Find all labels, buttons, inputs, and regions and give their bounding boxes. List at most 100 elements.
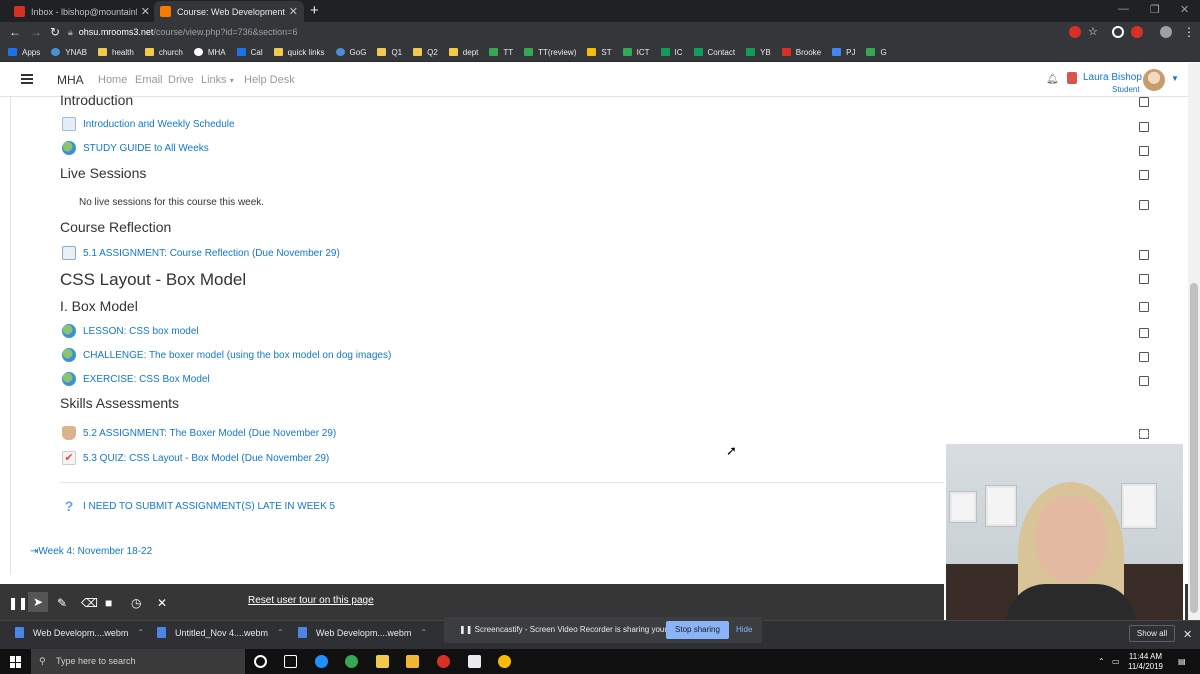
bookmark-ict[interactable]: ICT	[622, 48, 650, 57]
activity-link[interactable]: Introduction and Weekly Schedule	[83, 119, 235, 130]
eraser-icon[interactable]: ⌫	[81, 596, 98, 610]
sticky-notes-icon[interactable]	[376, 655, 389, 668]
activity-link[interactable]: 5.2 ASSIGNMENT: The Boxer Model (Due Nov…	[83, 428, 336, 439]
completion-checkbox[interactable]	[1139, 170, 1149, 180]
network-icon[interactable]: ▭	[1112, 657, 1120, 666]
activity-challenge[interactable]: CHALLENGE: The boxer model (using the bo…	[62, 348, 391, 362]
nav-home[interactable]: Home	[98, 74, 127, 86]
completion-checkbox[interactable]	[1139, 429, 1149, 439]
completion-checkbox[interactable]	[1139, 376, 1149, 386]
url-field[interactable]: 🔒︎ ohsu.mrooms3.net/course/view.php?id=73…	[68, 24, 1068, 41]
close-icon[interactable]: ✕	[141, 5, 150, 18]
minimize-icon[interactable]: —	[1118, 3, 1129, 15]
activity-link[interactable]: STUDY GUIDE to All Weeks	[83, 143, 209, 154]
system-clock[interactable]: 11:44 AM 11/4/2019	[1128, 652, 1163, 672]
chrome-icon[interactable]	[345, 655, 358, 668]
extension-icon[interactable]	[1069, 26, 1081, 38]
bookmark-dept[interactable]: dept	[448, 48, 478, 57]
activity-late-submission[interactable]: ? I NEED TO SUBMIT ASSIGNMENT(S) LATE IN…	[62, 499, 335, 513]
timer-icon[interactable]: ◷	[131, 596, 141, 610]
extension-icon[interactable]	[1112, 26, 1124, 38]
activity-course-reflection[interactable]: 5.1 ASSIGNMENT: Course Reflection (Due N…	[62, 246, 340, 260]
windows-start-icon[interactable]	[10, 656, 22, 668]
bookmark-tt[interactable]: TT	[489, 48, 513, 57]
activity-link[interactable]: LESSON: CSS box model	[83, 326, 199, 337]
chrome-profile-icon[interactable]	[437, 655, 450, 668]
close-icon[interactable]: ✕	[289, 5, 298, 18]
close-toolbar-icon[interactable]: ✕	[157, 596, 167, 610]
bookmark-g[interactable]: G	[866, 48, 887, 57]
bookmark-contact[interactable]: Contact	[693, 48, 735, 57]
completion-checkbox[interactable]	[1139, 274, 1149, 284]
activity-intro-schedule[interactable]: Introduction and Weekly Schedule	[62, 117, 235, 131]
new-tab-icon[interactable]: +	[310, 2, 319, 19]
bookmark-brooke[interactable]: Brooke	[781, 48, 821, 57]
window-close-icon[interactable]: ✕	[1180, 3, 1189, 16]
bookmark-health[interactable]: health	[98, 48, 134, 57]
completion-checkbox[interactable]	[1139, 122, 1149, 132]
bookmark-ynab[interactable]: YNAB	[51, 48, 87, 57]
task-view-icon[interactable]	[284, 655, 297, 668]
show-all-button[interactable]: Show all	[1129, 625, 1175, 642]
maximize-icon[interactable]: ❐	[1150, 3, 1160, 16]
download-item[interactable]: Web Developm....webm ⌃	[298, 627, 427, 638]
bookmark-quick-links[interactable]: quick links	[273, 48, 325, 57]
completion-checkbox[interactable]	[1139, 97, 1149, 107]
stop-sharing-button[interactable]: Stop sharing	[666, 621, 729, 639]
nav-links[interactable]: Links ▾	[201, 74, 234, 86]
activity-exercise[interactable]: EXERCISE: CSS Box Model	[62, 372, 210, 386]
cursor-tool-icon[interactable]: ➤	[28, 592, 48, 612]
webcam-overlay[interactable]	[944, 442, 1185, 622]
chevron-up-icon[interactable]: ⌃	[1098, 657, 1105, 666]
completion-checkbox[interactable]	[1139, 352, 1149, 362]
activity-link[interactable]: I NEED TO SUBMIT ASSIGNMENT(S) LATE IN W…	[83, 501, 335, 512]
activity-lesson[interactable]: LESSON: CSS box model	[62, 324, 199, 338]
chrome-active-icon[interactable]	[498, 655, 511, 668]
cortana-icon[interactable]	[254, 655, 267, 668]
chevron-up-icon[interactable]: ⌃	[277, 628, 284, 637]
bookmark-mha[interactable]: MHA	[193, 48, 226, 57]
bookmark-cal[interactable]: Cal	[236, 48, 263, 57]
file-explorer-icon[interactable]	[406, 655, 419, 668]
calculator-icon[interactable]	[468, 655, 481, 668]
previous-week-link[interactable]: ⇥Week 4: November 18-22	[30, 546, 152, 557]
bookmark-tt-review[interactable]: TT(review)	[524, 48, 576, 57]
notifications-icon[interactable]: ▤	[1178, 657, 1186, 666]
activity-quiz-5-3[interactable]: ✔ 5.3 QUIZ: CSS Layout - Box Model (Due …	[62, 451, 329, 465]
tab-course[interactable]: Course: Web Development I Q2 ✕	[154, 1, 304, 22]
chevron-up-icon[interactable]: ⌃	[137, 628, 144, 637]
user-name[interactable]: Laura Bishop	[1083, 72, 1142, 83]
activity-link[interactable]: CHALLENGE: The boxer model (using the bo…	[83, 350, 391, 361]
menu-icon[interactable]: ⋮	[1183, 25, 1195, 39]
bookmark-st[interactable]: ST	[587, 48, 612, 57]
taskbar-search-input[interactable]: ⚲ Type here to search	[31, 649, 245, 674]
hide-button[interactable]: Hide	[736, 625, 752, 634]
reset-user-tour-link[interactable]: Reset user tour on this page	[248, 595, 374, 606]
site-brand[interactable]: MHA	[57, 73, 84, 87]
pause-icon[interactable]: ❚❚	[8, 596, 28, 610]
pen-icon[interactable]: ✎	[57, 596, 67, 610]
completion-checkbox[interactable]	[1139, 302, 1149, 312]
activity-link[interactable]: 5.3 QUIZ: CSS Layout - Box Model (Due No…	[83, 453, 329, 464]
close-download-shelf-icon[interactable]: ✕	[1183, 628, 1192, 641]
download-item[interactable]: Untitled_Nov 4....webm ⌃	[157, 627, 284, 638]
bookmark-yb[interactable]: YB	[746, 48, 771, 57]
back-icon[interactable]: ←	[9, 25, 21, 39]
bell-icon[interactable]: 🔔︎	[1046, 74, 1059, 85]
bookmark-q2[interactable]: Q2	[413, 48, 438, 57]
completion-checkbox[interactable]	[1139, 146, 1149, 156]
messages-icon[interactable]	[1067, 72, 1077, 84]
star-icon[interactable]: ☆	[1088, 25, 1098, 38]
nav-drive[interactable]: Drive	[168, 74, 194, 86]
tab-inbox[interactable]: Inbox - lbishop@mountainheigh ✕	[8, 1, 156, 22]
avatar[interactable]	[1143, 69, 1165, 91]
bookmark-ic[interactable]: IC	[660, 48, 683, 57]
completion-checkbox[interactable]	[1139, 200, 1149, 210]
page-scrollbar[interactable]	[1188, 63, 1200, 620]
bookmark-gog[interactable]: GoG	[335, 48, 366, 57]
chevron-up-icon[interactable]: ⌃	[420, 628, 427, 637]
forward-icon[interactable]: →	[30, 25, 42, 39]
activity-assignment-5-2[interactable]: 5.2 ASSIGNMENT: The Boxer Model (Due Nov…	[62, 426, 336, 440]
activity-link[interactable]: 5.1 ASSIGNMENT: Course Reflection (Due N…	[83, 248, 340, 259]
screencastify-icon[interactable]	[1131, 26, 1143, 38]
